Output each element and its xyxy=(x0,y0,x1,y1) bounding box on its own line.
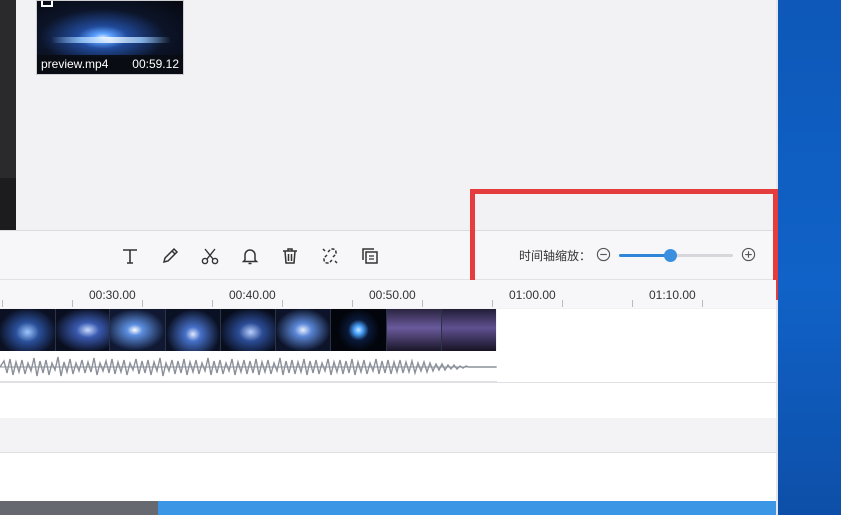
waveform xyxy=(0,356,497,377)
timeline-ruler: 00:30.00 00:40.00 00:50.00 01:00.00 01:1… xyxy=(0,280,776,308)
timeline-toolbar: 时间轴缩放： xyxy=(0,230,776,280)
trash-icon[interactable] xyxy=(279,245,301,267)
video-file-icon xyxy=(41,1,53,7)
timeline-empty-area[interactable] xyxy=(497,309,776,382)
scissors-icon[interactable] xyxy=(199,245,221,267)
media-clip-preview[interactable]: preview.mp4 00:59.12 xyxy=(36,0,184,75)
zoom-in-icon[interactable] xyxy=(741,247,756,262)
timeline-track-lane[interactable] xyxy=(0,382,776,418)
desktop-background xyxy=(776,0,841,515)
zoom-out-icon[interactable] xyxy=(596,247,611,262)
unlink-icon[interactable] xyxy=(319,245,341,267)
timeline-track-lane[interactable] xyxy=(0,418,776,452)
ruler-tick-label: 00:40.00 xyxy=(229,288,276,302)
clip-thumbnail xyxy=(37,1,183,57)
video-track-clip[interactable] xyxy=(0,309,496,351)
zoom-slider-thumb[interactable] xyxy=(664,249,678,262)
zoom-slider-fill xyxy=(619,254,671,257)
pencil-icon[interactable] xyxy=(159,245,181,267)
scrollbar-thumb[interactable] xyxy=(0,501,158,515)
timeline-zoom-label: 时间轴缩放： xyxy=(519,249,592,263)
left-panel-edge xyxy=(0,0,16,230)
ruler-tick-label: 01:00.00 xyxy=(509,288,556,302)
clip-name: preview.mp4 xyxy=(41,57,109,71)
timeline-zoom-slider[interactable] xyxy=(619,249,733,262)
bell-icon[interactable] xyxy=(239,245,261,267)
media-library: preview.mp4 00:59.12 xyxy=(16,0,776,230)
timeline-track-lane[interactable] xyxy=(0,452,776,501)
ruler-tick-label: 00:30.00 xyxy=(89,288,136,302)
copy-icon[interactable] xyxy=(359,245,381,267)
text-icon[interactable] xyxy=(119,245,141,267)
audio-waveform-track[interactable] xyxy=(0,351,497,382)
timeline-horizontal-scrollbar[interactable] xyxy=(0,501,776,515)
ruler-tick-label: 01:10.00 xyxy=(649,288,696,302)
ruler-tick-label: 00:50.00 xyxy=(369,288,416,302)
clip-duration: 00:59.12 xyxy=(132,57,179,71)
